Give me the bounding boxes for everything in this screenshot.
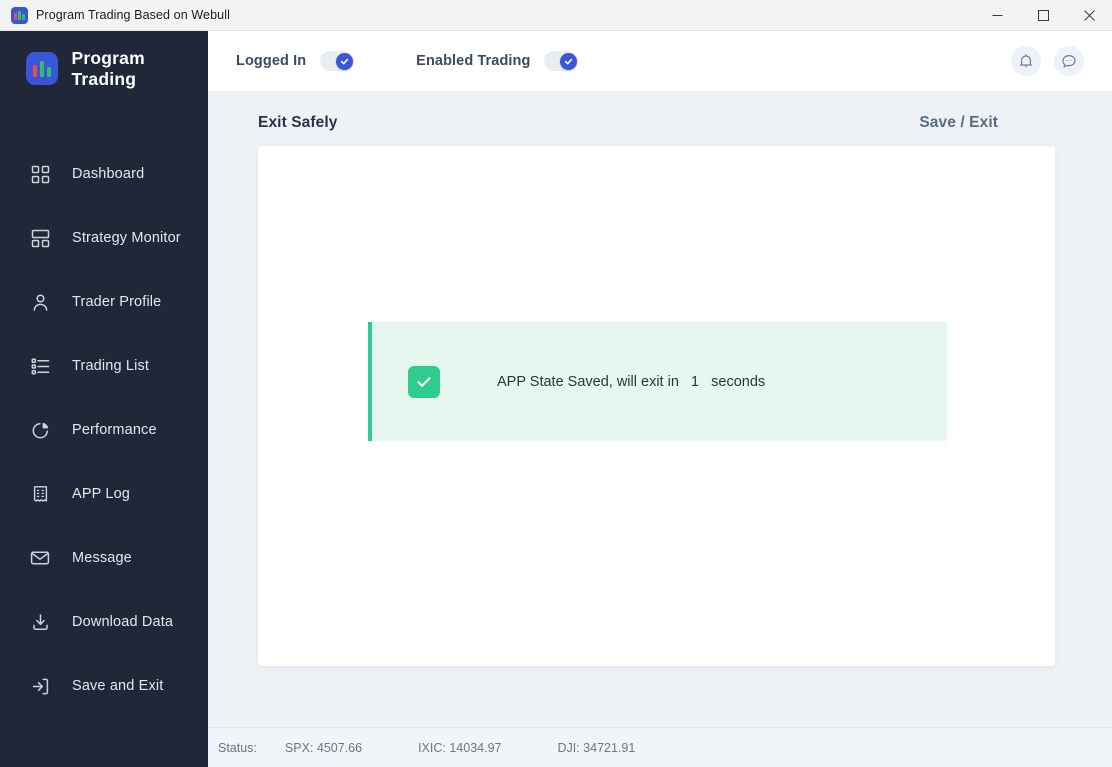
logged-in-label: Logged In: [236, 53, 307, 69]
logged-in-toggle-group: Logged In: [236, 51, 355, 71]
content-area: Exit Safely Save / Exit APP State Saved,…: [208, 92, 1112, 727]
page-title: Exit Safely: [258, 114, 338, 131]
body: Program Trading Dashboard Strategy Monit…: [0, 31, 1112, 767]
bell-icon: [1018, 53, 1034, 69]
chat-bubble-icon: [1061, 53, 1077, 69]
envelope-icon: [29, 547, 51, 569]
top-bar: Logged In Enabled Trading: [208, 31, 1112, 92]
messages-button[interactable]: [1054, 46, 1084, 76]
content-panel: APP State Saved, will exit in 1 seconds: [258, 146, 1055, 666]
status-bar: Status: SPX: 4507.66 IXIC: 14034.97 DJI:…: [208, 727, 1112, 767]
sidebar-item-label: Dashboard: [72, 166, 145, 182]
sidebar-item-label: Download Data: [72, 614, 174, 630]
enabled-trading-label: Enabled Trading: [416, 53, 531, 69]
app-logo-icon: [11, 6, 28, 24]
sidebar: Program Trading Dashboard Strategy Monit…: [0, 31, 208, 767]
main-area: Logged In Enabled Trading Exit Safely Sa…: [208, 31, 1112, 767]
logged-in-switch[interactable]: [320, 51, 355, 71]
sidebar-item-label: Strategy Monitor: [72, 230, 181, 246]
bar-chart-logo-icon: [26, 52, 58, 85]
window-title: Program Trading Based on Webull: [36, 8, 230, 22]
check-square-icon: [408, 365, 440, 398]
user-icon: [29, 291, 51, 313]
title-bar: Program Trading Based on Webull: [0, 0, 1112, 31]
sidebar-item-performance[interactable]: Performance: [0, 398, 208, 462]
layout-icon: [29, 227, 51, 249]
sidebar-item-app-log[interactable]: APP Log: [0, 462, 208, 526]
sidebar-item-strategy-monitor[interactable]: Strategy Monitor: [0, 206, 208, 270]
download-icon: [29, 611, 51, 633]
alert-message: APP State Saved, will exit in 1 seconds: [497, 374, 765, 390]
status-alert: APP State Saved, will exit in 1 seconds: [368, 322, 947, 441]
sidebar-nav: Dashboard Strategy Monitor Trader Profil…: [0, 142, 208, 718]
sidebar-item-label: Message: [72, 550, 132, 566]
check-icon: [335, 52, 353, 70]
sidebar-item-dashboard[interactable]: Dashboard: [0, 142, 208, 206]
enabled-trading-toggle-group: Enabled Trading: [416, 51, 579, 71]
quote-dji: DJI: 34721.91: [557, 740, 636, 755]
title-bar-left: Program Trading Based on Webull: [0, 6, 230, 24]
pie-chart-icon: [29, 419, 51, 441]
brand: Program Trading: [0, 31, 208, 106]
close-icon[interactable]: [1066, 0, 1112, 31]
minimize-icon[interactable]: [974, 0, 1020, 31]
app-window: Program Trading Based on Webull Program …: [0, 0, 1112, 767]
notifications-button[interactable]: [1011, 46, 1041, 76]
check-icon: [559, 52, 577, 70]
grid-icon: [29, 163, 51, 185]
sidebar-item-trading-list[interactable]: Trading List: [0, 334, 208, 398]
content-header: Exit Safely Save / Exit: [208, 92, 1055, 146]
sidebar-item-save-and-exit[interactable]: Save and Exit: [0, 654, 208, 718]
alert-text-after: seconds: [711, 373, 766, 390]
save-exit-action[interactable]: Save / Exit: [919, 114, 998, 132]
sidebar-item-trader-profile[interactable]: Trader Profile: [0, 270, 208, 334]
sidebar-item-download-data[interactable]: Download Data: [0, 590, 208, 654]
alert-countdown: 1: [690, 373, 700, 390]
sidebar-item-message[interactable]: Message: [0, 526, 208, 590]
maximize-icon[interactable]: [1020, 0, 1066, 31]
quote-ixic: IXIC: 14034.97: [418, 740, 502, 755]
brand-name: Program Trading: [71, 47, 145, 89]
sidebar-item-label: Trader Profile: [72, 294, 162, 310]
sidebar-item-label: APP Log: [72, 486, 131, 502]
quote-spx: SPX: 4507.66: [284, 740, 363, 755]
sidebar-item-label: Performance: [72, 422, 157, 438]
list-icon: [29, 355, 51, 377]
status-label: Status:: [218, 740, 257, 755]
alert-text-before: APP State Saved, will exit in: [497, 373, 679, 390]
window-controls: [974, 0, 1112, 31]
enabled-trading-switch[interactable]: [544, 51, 579, 71]
sidebar-item-label: Trading List: [72, 358, 150, 374]
topbar-actions: [1011, 46, 1084, 76]
sidebar-item-label: Save and Exit: [72, 678, 164, 694]
receipt-icon: [29, 483, 51, 505]
logout-icon: [29, 675, 51, 697]
